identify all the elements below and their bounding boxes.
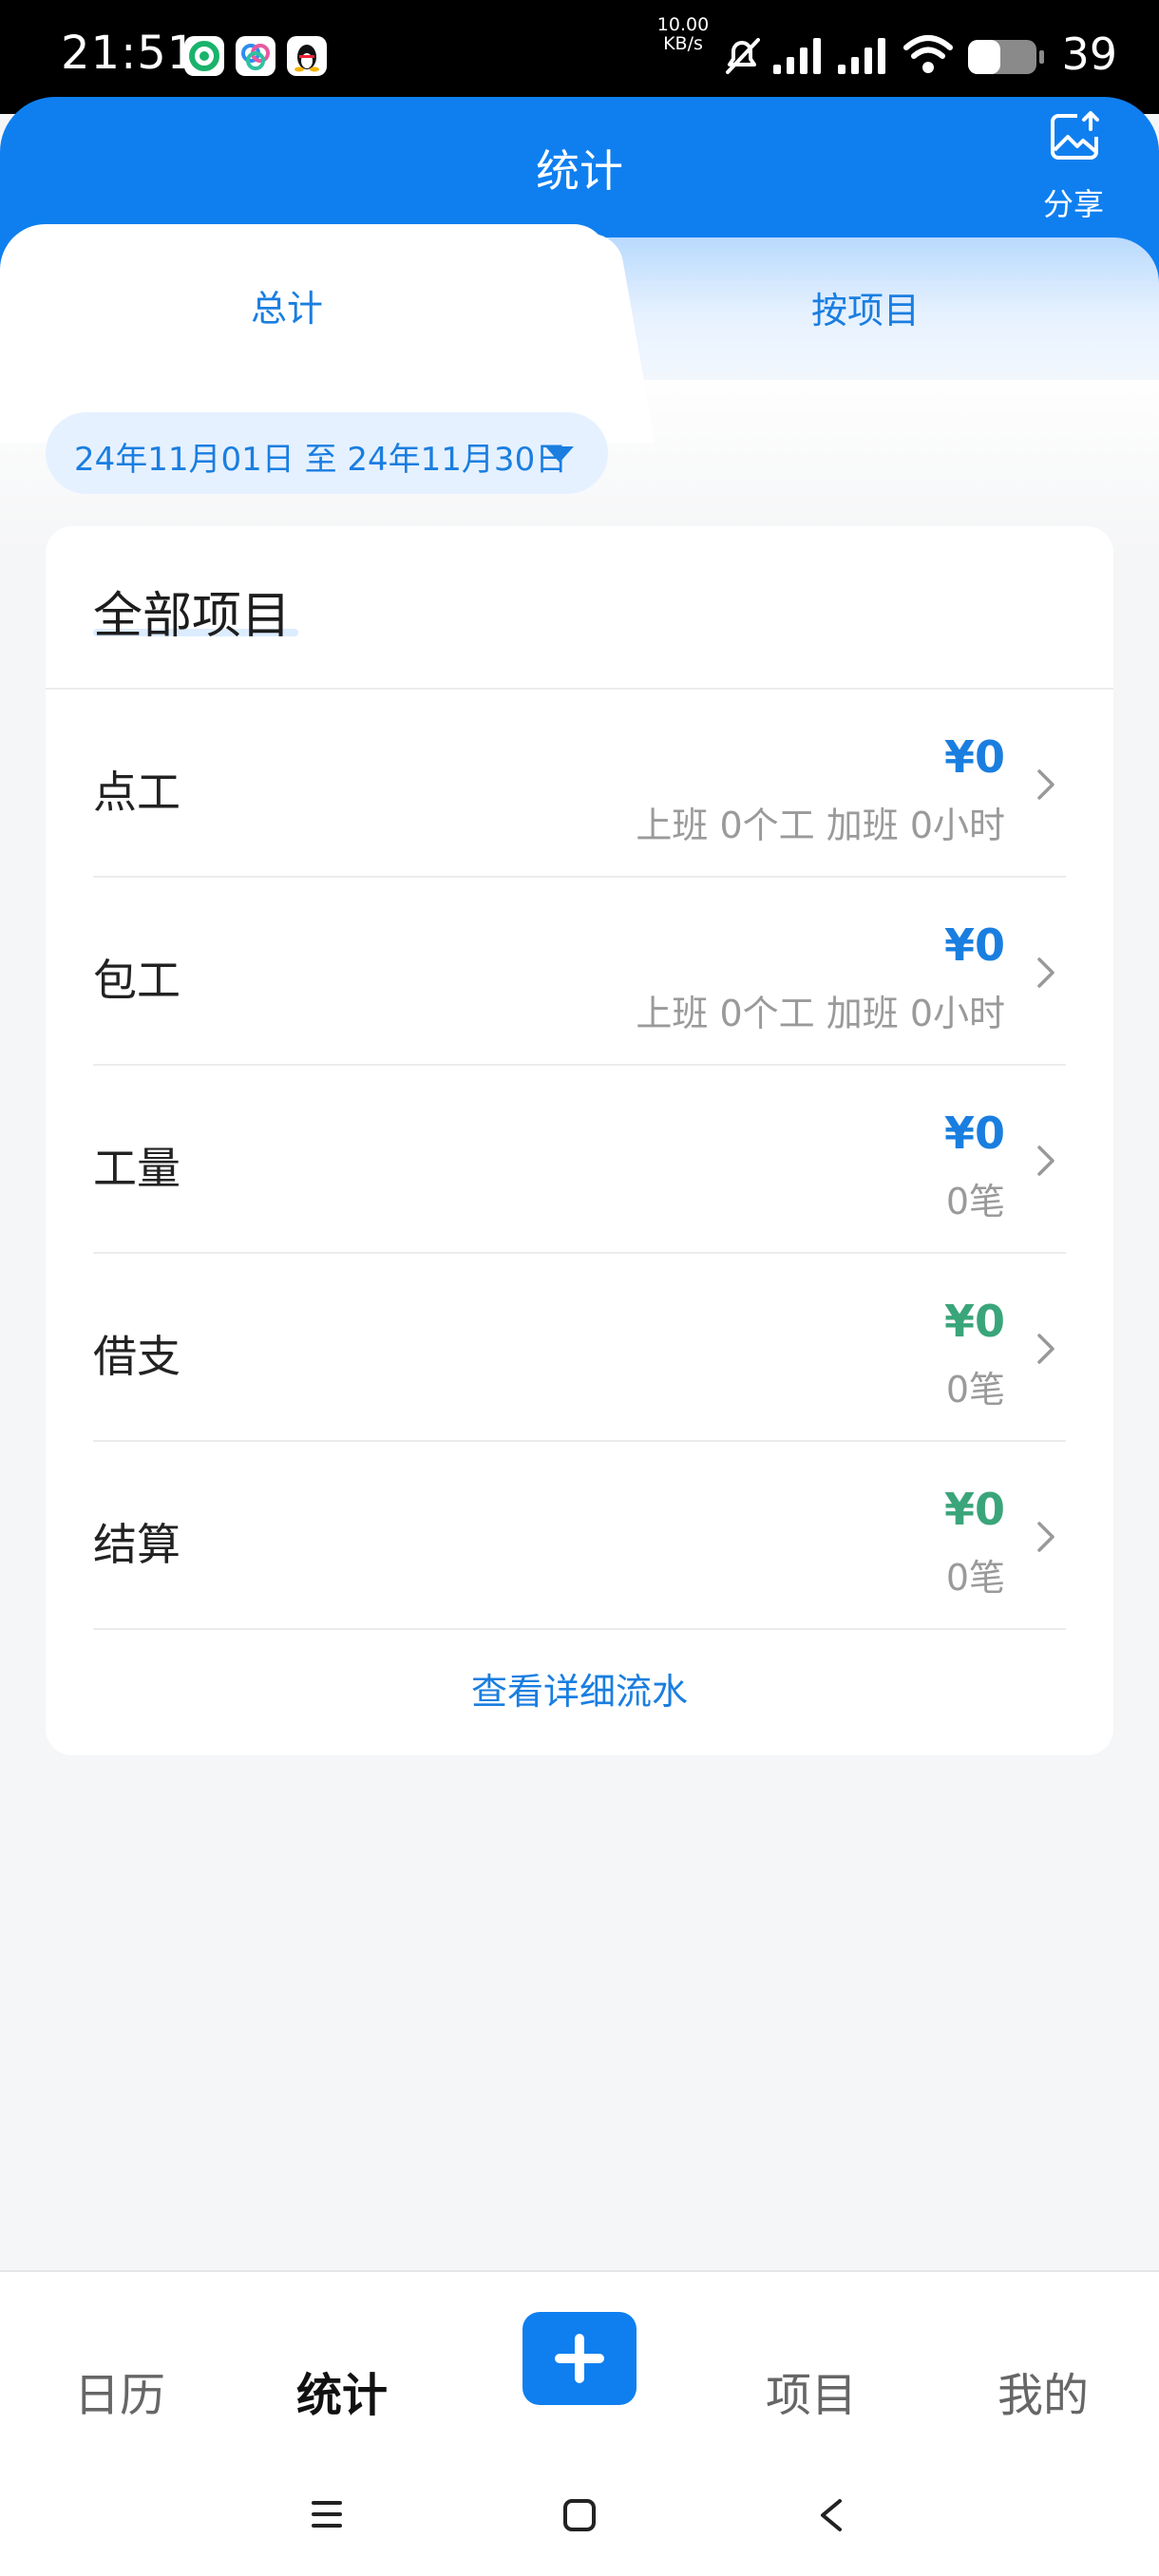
tab-by-project[interactable]: 按项目 (560, 237, 1159, 380)
bottom-navigation: 日历 统计 项目 我的 (0, 2270, 1159, 2576)
chevron-right-icon (1037, 1334, 1054, 1364)
chevron-right-icon (1037, 957, 1054, 988)
row-label: 包工 (93, 955, 180, 1006)
status-time: 21:51 (61, 27, 198, 80)
tab-total[interactable]: 总计 (0, 224, 608, 443)
row-label: 点工 (93, 767, 180, 818)
row-amount: ¥0 (943, 919, 1005, 971)
net-speed-value: 10.00 (656, 14, 710, 35)
add-button[interactable] (522, 2312, 636, 2405)
row-amount: ¥0 (943, 731, 1005, 783)
row-daily-work[interactable]: 点工 ¥0 上班 0个工 加班 0小时 (93, 690, 1066, 878)
row-work-quantity[interactable]: 工量 ¥0 0笔 (93, 1066, 1066, 1254)
tab-by-project-label: 按项目 (811, 290, 921, 331)
row-settlement[interactable]: 结算 ¥0 0笔 (93, 1442, 1066, 1630)
row-subtitle: 0笔 (945, 1369, 1005, 1411)
row-contract-work[interactable]: 包工 ¥0 上班 0个工 加班 0小时 (93, 878, 1066, 1066)
row-subtitle: 上班 0个工 加班 0小时 (636, 993, 1005, 1034)
chevron-right-icon (1037, 1522, 1054, 1552)
share-image-icon (1051, 111, 1099, 160)
app-cloud-icon (236, 36, 276, 76)
row-label: 借支 (93, 1331, 180, 1382)
date-range-text: 24年11月01日 至 24年11月30日 (74, 441, 568, 479)
battery-level: 39 (1061, 28, 1117, 80)
share-label: 分享 (1042, 186, 1104, 222)
row-label: 结算 (93, 1519, 180, 1570)
row-amount: ¥0 (943, 1108, 1005, 1159)
mute-icon (726, 38, 760, 74)
menu-icon[interactable] (310, 2498, 344, 2530)
view-details-link[interactable]: 查看详细流水 (46, 1662, 1113, 1714)
divider (93, 1628, 1066, 1630)
app-green-icon (184, 36, 224, 76)
row-subtitle: 0笔 (945, 1181, 1005, 1222)
row-advance[interactable]: 借支 ¥0 0笔 (93, 1254, 1066, 1442)
nav-projects[interactable]: 项目 (766, 2358, 857, 2424)
row-amount: ¥0 (943, 1296, 1005, 1347)
chevron-right-icon (1037, 1146, 1054, 1176)
row-label: 工量 (93, 1143, 180, 1194)
net-speed: 10.00 KB/s (652, 15, 714, 53)
page-title: 统计 (536, 145, 623, 197)
net-speed-unit: KB/s (663, 33, 703, 54)
nav-mine[interactable]: 我的 (998, 2358, 1089, 2424)
statistics-screen: 21:51 10.00 KB/s 39 统计 分享 按项目 总计 24年11月0… (0, 0, 1159, 2576)
nav-calendar[interactable]: 日历 (74, 2358, 165, 2424)
chevron-right-icon (1037, 769, 1054, 800)
row-subtitle: 上班 0个工 加班 0小时 (636, 805, 1005, 846)
home-icon[interactable] (562, 2498, 597, 2532)
wifi-icon (903, 35, 953, 73)
back-icon[interactable] (817, 2498, 846, 2532)
tab-total-label: 总计 (251, 288, 324, 330)
signal-icon-2 (838, 38, 885, 74)
row-subtitle: 0笔 (945, 1557, 1005, 1599)
row-amount: ¥0 (943, 1484, 1005, 1535)
caret-down-icon (545, 446, 574, 463)
signal-icon (773, 38, 821, 74)
nav-statistics[interactable]: 统计 (296, 2358, 388, 2424)
summary-card: 全部项目 点工 ¥0 上班 0个工 加班 0小时 包工 ¥0 上班 0个工 加班… (46, 526, 1113, 1755)
battery-icon (968, 40, 1044, 74)
card-title: 全部项目 (93, 588, 292, 645)
qq-penguin-icon (287, 36, 327, 76)
share-button[interactable]: 分享 (1028, 110, 1119, 222)
date-range-selector[interactable]: 24年11月01日 至 24年11月30日 (46, 412, 608, 494)
